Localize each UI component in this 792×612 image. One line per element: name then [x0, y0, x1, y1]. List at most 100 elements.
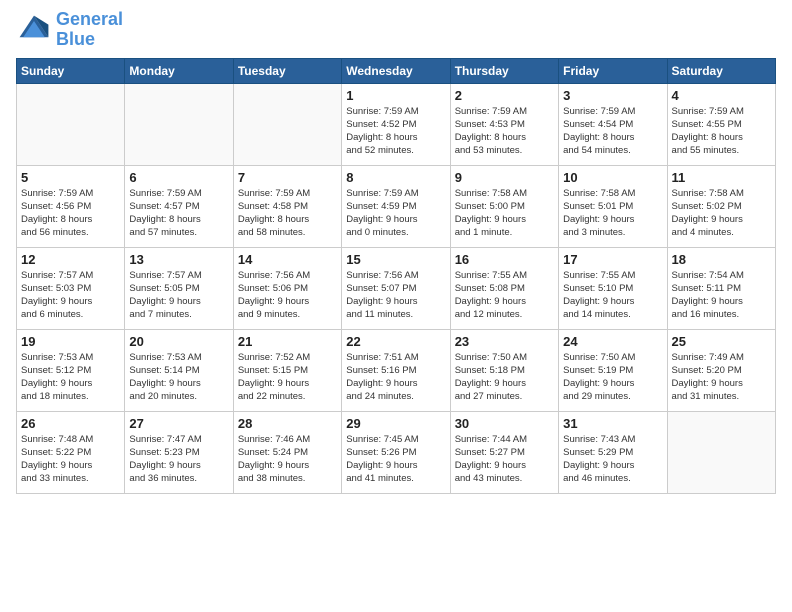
day-number: 24 — [563, 334, 662, 349]
day-number: 15 — [346, 252, 445, 267]
day-info: Sunrise: 7:57 AMSunset: 5:05 PMDaylight:… — [129, 269, 228, 322]
daylight-label: Daylight: 8 hours — [129, 214, 200, 225]
day-info: Sunrise: 7:46 AMSunset: 5:24 PMDaylight:… — [238, 433, 337, 486]
sunset-info: Sunset: 4:52 PM — [346, 119, 416, 130]
day-info: Sunrise: 7:59 AM Sunset: 4:56 PM Daylight:… — [21, 187, 120, 240]
sunset-info: Sunset: 5:06 PM — [238, 283, 308, 294]
day-number: 16 — [455, 252, 554, 267]
sunrise-info: Sunrise: 7:59 AM — [455, 106, 527, 117]
daylight-label: Daylight: 8 hours — [672, 132, 743, 143]
daylight-minutes: and 18 minutes. — [21, 391, 89, 402]
sunrise-info: Sunrise: 7:59 AM — [21, 188, 93, 199]
daylight-label: Daylight: 9 hours — [21, 296, 92, 307]
daylight-label: Daylight: 9 hours — [563, 214, 634, 225]
calendar-cell: 26Sunrise: 7:48 AMSunset: 5:22 PMDayligh… — [17, 411, 125, 493]
calendar-cell: 12Sunrise: 7:57 AMSunset: 5:03 PMDayligh… — [17, 247, 125, 329]
daylight-minutes: and 33 minutes. — [21, 473, 89, 484]
daylight-label: Daylight: 9 hours — [129, 460, 200, 471]
calendar-cell — [125, 83, 233, 165]
daylight-minutes: and 58 minutes. — [238, 227, 306, 238]
day-info: Sunrise: 7:52 AMSunset: 5:15 PMDaylight:… — [238, 351, 337, 404]
daylight-label: Daylight: 9 hours — [238, 378, 309, 389]
sunset-info: Sunset: 5:29 PM — [563, 447, 633, 458]
day-number: 21 — [238, 334, 337, 349]
sunset-info: Sunset: 5:00 PM — [455, 201, 525, 212]
sunset-info: Sunset: 5:12 PM — [21, 365, 91, 376]
daylight-minutes: and 53 minutes. — [455, 145, 523, 156]
sunrise-info: Sunrise: 7:58 AM — [563, 188, 635, 199]
daylight-minutes: and 29 minutes. — [563, 391, 631, 402]
logo-text: General Blue — [56, 10, 123, 50]
sunrise-info: Sunrise: 7:59 AM — [238, 188, 310, 199]
day-number: 14 — [238, 252, 337, 267]
day-number: 17 — [563, 252, 662, 267]
daylight-label: Daylight: 9 hours — [346, 214, 417, 225]
day-info: Sunrise: 7:59 AMSunset: 4:58 PMDaylight:… — [238, 187, 337, 240]
calendar-cell: 18 Sunrise: 7:54 AMSunset: 5:11 PMDayligh… — [667, 247, 775, 329]
day-info: Sunrise: 7:44 AMSunset: 5:27 PMDaylight:… — [455, 433, 554, 486]
day-number: 29 — [346, 416, 445, 431]
daylight-minutes: and 0 minutes. — [346, 227, 408, 238]
day-info: Sunrise: 7:47 AMSunset: 5:23 PMDaylight:… — [129, 433, 228, 486]
sunset-info: Sunset: 5:22 PM — [21, 447, 91, 458]
sunset-info: Sunset: 4:57 PM — [129, 201, 199, 212]
sunrise-info: Sunrise: 7:50 AM — [455, 352, 527, 363]
sunrise-info: Sunrise: 7:49 AM — [672, 352, 744, 363]
sunset-info: Sunset: 4:56 PM — [21, 201, 91, 212]
day-info: Sunrise: 7:43 AM Sunset: 5:29 PM Daylight:… — [563, 433, 662, 486]
calendar-cell: 1Sunrise: 7:59 AMSunset: 4:52 PMDaylight… — [342, 83, 450, 165]
calendar-cell: 30Sunrise: 7:44 AMSunset: 5:27 PMDayligh… — [450, 411, 558, 493]
day-info: Sunrise: 7:49 AMSunset: 5:20 PMDaylight:… — [672, 351, 771, 404]
weekday-header-tuesday: Tuesday — [233, 58, 341, 83]
daylight-label: Daylight: 9 hours — [563, 460, 634, 471]
day-info: Sunrise: 7:56 AMSunset: 5:06 PMDaylight:… — [238, 269, 337, 322]
day-info: Sunrise: 7:59 AMSunset: 4:54 PMDaylight:… — [563, 105, 662, 158]
sunset-info: Sunset: 5:07 PM — [346, 283, 416, 294]
sunset-info: Sunset: 5:10 PM — [563, 283, 633, 294]
day-number: 18 — [672, 252, 771, 267]
sunrise-info: Sunrise: 7:58 AM — [455, 188, 527, 199]
daylight-label: Daylight: 8 hours — [21, 214, 92, 225]
weekday-header-sunday: Sunday — [17, 58, 125, 83]
calendar-cell: 21 Sunrise: 7:52 AMSunset: 5:15 PMDayligh… — [233, 329, 341, 411]
sunset-info: Sunset: 5:15 PM — [238, 365, 308, 376]
daylight-label: Daylight: 9 hours — [455, 214, 526, 225]
day-info: Sunrise: 7:59 AMSunset: 4:53 PMDaylight:… — [455, 105, 554, 158]
sunrise-info: Sunrise: 7:43 AM — [563, 434, 635, 445]
day-info: Sunrise: 7:59 AMSunset: 4:55 PMDaylight:… — [672, 105, 771, 158]
sunset-info: Sunset: 5:01 PM — [563, 201, 633, 212]
sunset-info: Sunset: 5:23 PM — [129, 447, 199, 458]
daylight-minutes: and 20 minutes. — [129, 391, 197, 402]
calendar-cell — [17, 83, 125, 165]
daylight-minutes: and 52 minutes. — [346, 145, 414, 156]
daylight-label: Daylight: 9 hours — [455, 296, 526, 307]
daylight-label: Daylight: 8 hours — [346, 132, 417, 143]
day-number: 5 — [21, 170, 120, 185]
daylight-label: Daylight: 9 hours — [346, 296, 417, 307]
calendar-cell: 7Sunrise: 7:59 AMSunset: 4:58 PMDaylight… — [233, 165, 341, 247]
sunset-info: Sunset: 5:19 PM — [563, 365, 633, 376]
calendar-cell: 20Sunrise: 7:53 AMSunset: 5:14 PMDayligh… — [125, 329, 233, 411]
daylight-minutes: and 55 minutes. — [672, 145, 740, 156]
daylight-minutes: and 9 minutes. — [238, 309, 300, 320]
sunrise-info: Sunrise: 7:57 AM — [129, 270, 201, 281]
sunset-info: Sunset: 5:16 PM — [346, 365, 416, 376]
header: General Blue — [16, 10, 776, 50]
sunrise-info: Sunrise: 7:44 AM — [455, 434, 527, 445]
daylight-minutes: and 7 minutes. — [129, 309, 191, 320]
calendar-cell: 2Sunrise: 7:59 AMSunset: 4:53 PMDaylight… — [450, 83, 558, 165]
calendar-cell: 22Sunrise: 7:51 AMSunset: 5:16 PMDayligh… — [342, 329, 450, 411]
daylight-minutes: and 12 minutes. — [455, 309, 523, 320]
sunrise-info: Sunrise: 7:51 AM — [346, 352, 418, 363]
sunset-info: Sunset: 5:27 PM — [455, 447, 525, 458]
day-info: Sunrise: 7:50 AMSunset: 5:19 PMDaylight:… — [563, 351, 662, 404]
calendar-week-row: 1Sunrise: 7:59 AMSunset: 4:52 PMDaylight… — [17, 83, 776, 165]
day-info: Sunrise: 7:54 AMSunset: 5:11 PMDaylight:… — [672, 269, 771, 322]
calendar-cell: 6Sunrise: 7:59 AMSunset: 4:57 PMDaylight… — [125, 165, 233, 247]
sunrise-info: Sunrise: 7:50 AM — [563, 352, 635, 363]
calendar-cell: 16Sunrise: 7:55 AMSunset: 5:08 PMDayligh… — [450, 247, 558, 329]
sunrise-info: Sunrise: 7:58 AM — [672, 188, 744, 199]
day-number: 8 — [346, 170, 445, 185]
sunset-info: Sunset: 5:03 PM — [21, 283, 91, 294]
sunset-info: Sunset: 5:18 PM — [455, 365, 525, 376]
